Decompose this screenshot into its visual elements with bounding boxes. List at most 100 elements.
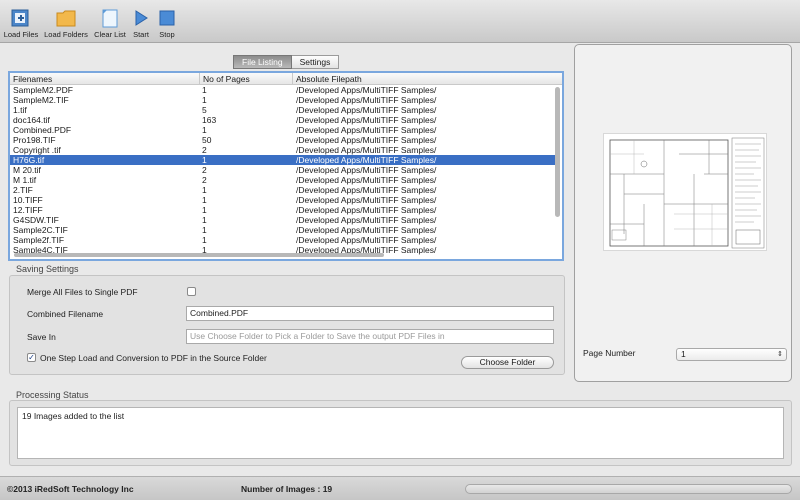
table-row[interactable]: doc164.tif 163/Developed Apps/MultiTIFF S… [10,115,556,125]
table-row[interactable]: Pro198.TIF 50/Developed Apps/MultiTIFF Sa… [10,135,556,145]
table-row[interactable]: M 1.tif 2/Developed Apps/MultiTIFF Sample… [10,175,556,185]
choose-folder-button[interactable]: Choose Folder [461,356,554,369]
table-row[interactable]: M 20.tif 2/Developed Apps/MultiTIFF Sampl… [10,165,556,175]
table-row[interactable]: Sample2C.TIF 1/Developed Apps/MultiTIFF S… [10,225,556,235]
processing-status-box: 19 Images added to the list [9,400,792,466]
merge-checkbox[interactable] [187,287,196,296]
filename-cell: 1.tif [13,105,27,115]
clear-list-label: Clear List [94,30,126,39]
saving-settings-box: Merge All Files to Single PDF Combined F… [9,275,565,375]
table-row[interactable]: 1.tif 5/Developed Apps/MultiTIFF Samples/ [10,105,556,115]
save-in-field[interactable]: Use Choose Folder to Pick a Folder to Sa… [186,329,554,344]
filename-cell: SampleM2.PDF [13,85,73,95]
pages-cell: 1 [202,215,207,225]
pages-cell: 1 [202,205,207,215]
filepath-cell: /Developed Apps/MultiTIFF Samples/ [296,125,437,135]
floorplan-thumbnail [609,137,765,249]
filepath-cell: /Developed Apps/MultiTIFF Samples/ [296,195,437,205]
preview-panel: Page Number 1 ⇕ [574,44,792,382]
combined-filename-label: Combined Filename [27,309,104,319]
load-files-button[interactable]: Load Files [2,0,40,42]
pages-cell: 163 [202,115,217,125]
pages-cell: 2 [202,145,207,155]
merge-label: Merge All Files to Single PDF [27,287,138,297]
column-absolute-filepath[interactable]: Absolute Filepath [293,73,562,85]
filename-cell: Copyright .tif [13,145,61,155]
filepath-cell: /Developed Apps/MultiTIFF Samples/ [296,115,437,125]
table-row[interactable]: Combined.PDF 1/Developed Apps/MultiTIFF S… [10,125,556,135]
filename-cell: M 20.tif [13,165,41,175]
load-folders-button[interactable]: Load Folders [43,0,89,42]
filepath-cell: /Developed Apps/MultiTIFF Samples/ [296,235,437,245]
processing-message: 19 Images added to the list [22,411,125,421]
one-step-label: One Step Load and Conversion to PDF in t… [40,353,267,363]
table-row[interactable]: 2.TIF 1/Developed Apps/MultiTIFF Samples/ [10,185,556,195]
table-row[interactable]: 10.TIFF 1/Developed Apps/MultiTIFF Sample… [10,195,556,205]
filepath-cell: /Developed Apps/MultiTIFF Samples/ [296,155,437,165]
stop-icon [159,10,175,26]
start-label: Start [133,30,149,39]
processing-log[interactable]: 19 Images added to the list [17,407,784,459]
tab-file-listing[interactable]: File Listing [233,55,292,69]
stop-button[interactable]: Stop [156,0,178,42]
table-header: Filenames No of Pages Absolute Filepath [10,73,562,85]
load-folders-label: Load Folders [44,30,88,39]
filename-cell: doc164.tif [13,115,50,125]
filepath-cell: /Developed Apps/MultiTIFF Samples/ [296,205,437,215]
page-number-label: Page Number [583,348,636,358]
table-row[interactable]: 12.TIFF 1/Developed Apps/MultiTIFF Sample… [10,205,556,215]
pages-cell: 1 [202,225,207,235]
table-row[interactable]: H76G.tif 1/Developed Apps/MultiTIFF Sampl… [10,155,556,165]
progress-bar [465,484,792,494]
filename-cell: Sample2C.TIF [13,225,68,235]
pages-cell: 50 [202,135,212,145]
start-button[interactable]: Start [130,0,152,42]
horizontal-scrollbar[interactable] [14,253,384,257]
filename-cell: 12.TIFF [13,205,43,215]
pages-cell: 1 [202,85,207,95]
pages-cell: 2 [202,175,207,185]
view-tabs: File Listing Settings [233,55,340,69]
filename-cell: H76G.tif [13,155,45,165]
stepper-arrows-icon: ⇕ [777,351,783,358]
save-in-label: Save In [27,332,56,342]
status-bar: ©2013 iRedSoft Technology Inc Number of … [0,476,800,500]
copyright-text: ©2013 iRedSoft Technology Inc [7,484,134,494]
filename-cell: M 1.tif [13,175,37,185]
pages-cell: 1 [202,185,207,195]
clear-list-icon [102,9,118,28]
filepath-cell: /Developed Apps/MultiTIFF Samples/ [296,85,437,95]
table-row[interactable]: Copyright .tif 2/Developed Apps/MultiTIFF… [10,145,556,155]
pages-cell: 1 [202,125,207,135]
file-table[interactable]: Filenames No of Pages Absolute Filepath … [8,71,564,261]
toolbar: Load Files Load Folders Clear List Start… [0,0,800,43]
one-step-checkbox[interactable]: ✓ [27,353,36,362]
table-body: SampleM2.PDF 1/Developed Apps/MultiTIFF S… [10,85,556,255]
filename-cell: Sample2f.TIF [13,235,65,245]
pages-cell: 5 [202,105,207,115]
column-no-of-pages[interactable]: No of Pages [200,73,293,85]
filepath-cell: /Developed Apps/MultiTIFF Samples/ [296,185,437,195]
table-row[interactable]: SampleM2.TIF 1/Developed Apps/MultiTIFF S… [10,95,556,105]
play-icon [135,10,148,26]
page-preview [603,133,767,251]
image-count: Number of Images : 19 [241,484,333,494]
tab-settings[interactable]: Settings [291,55,340,69]
saving-settings-title: Saving Settings [16,264,79,274]
table-row[interactable]: G4SDW.TIF 1/Developed Apps/MultiTIFF Samp… [10,215,556,225]
table-row[interactable]: SampleM2.PDF 1/Developed Apps/MultiTIFF S… [10,85,556,95]
pages-cell: 1 [202,155,207,165]
load-files-icon [11,9,29,27]
vertical-scrollbar[interactable] [555,87,560,217]
filepath-cell: /Developed Apps/MultiTIFF Samples/ [296,165,437,175]
page-number-select[interactable]: 1 ⇕ [676,348,787,361]
filepath-cell: /Developed Apps/MultiTIFF Samples/ [296,145,437,155]
table-row[interactable]: Sample2f.TIF 1/Developed Apps/MultiTIFF S… [10,235,556,245]
combined-filename-field[interactable]: Combined.PDF [186,306,554,321]
clear-list-button[interactable]: Clear List [92,0,128,42]
processing-status-title: Processing Status [16,390,89,400]
pages-cell: 1 [202,235,207,245]
pages-cell: 1 [202,195,207,205]
pages-cell: 1 [202,95,207,105]
column-filenames[interactable]: Filenames [10,73,200,85]
